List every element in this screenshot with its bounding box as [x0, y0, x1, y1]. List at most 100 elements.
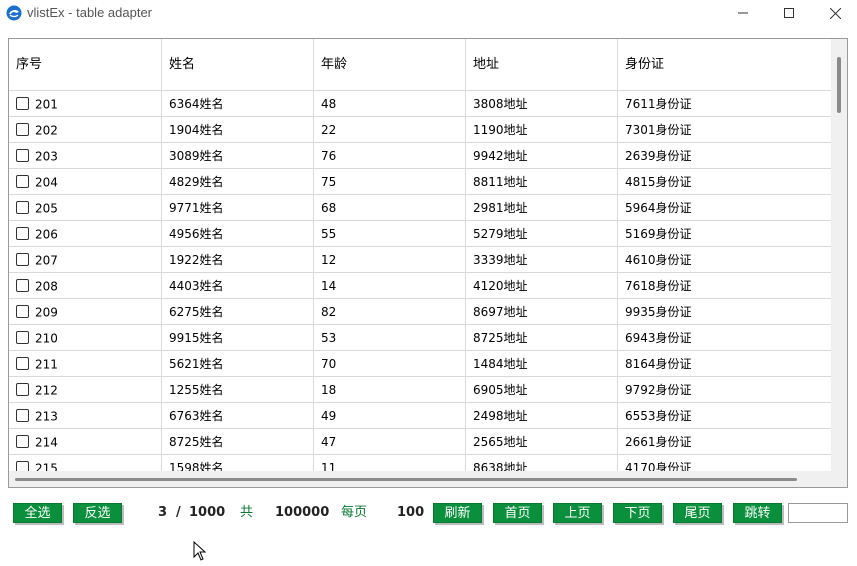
cell-name: 4829姓名 — [162, 169, 314, 195]
cell-address: 4120地址 — [466, 273, 618, 299]
cell-id: 202 — [9, 117, 162, 143]
cell-age: 49 — [314, 403, 466, 429]
cell-address: 2981地址 — [466, 195, 618, 221]
close-button[interactable] — [812, 0, 857, 26]
cell-age: 18 — [314, 377, 466, 403]
row-checkbox[interactable] — [16, 331, 29, 344]
row-checkbox[interactable] — [16, 435, 29, 448]
minimize-button[interactable] — [720, 0, 766, 26]
cell-address: 9942地址 — [466, 143, 618, 169]
table-row[interactable]: 201 6364姓名 48 3808地址 7611身份证 — [9, 91, 831, 117]
row-id: 202 — [35, 123, 58, 138]
cell-idcard: 4815身份证 — [625, 175, 692, 189]
row-id: 208 — [35, 279, 58, 294]
table-row[interactable]: 205 9771姓名 68 2981地址 5964身份证 — [9, 195, 831, 221]
prev-page-button[interactable]: 上页 — [553, 503, 602, 523]
cell-address: 8811地址 — [466, 169, 618, 195]
header-address[interactable]: 地址 — [466, 39, 618, 91]
row-checkbox[interactable] — [16, 357, 29, 370]
cell-name: 1255姓名 — [162, 377, 314, 403]
per-page-label: 每页 — [341, 505, 368, 520]
row-checkbox[interactable] — [16, 305, 29, 318]
row-checkbox[interactable] — [16, 279, 29, 292]
header-idcard[interactable]: 身份证 — [618, 39, 831, 91]
jump-button[interactable]: 跳转 — [733, 503, 782, 523]
horizontal-scrollbar[interactable] — [9, 471, 831, 487]
window-title: vlistEx - table adapter — [27, 5, 153, 20]
row-id: 205 — [35, 201, 58, 216]
table-row[interactable]: 202 1904姓名 22 1190地址 7301身份证 — [9, 117, 831, 143]
header-age[interactable]: 年龄 — [314, 39, 466, 91]
last-page-button[interactable]: 尾页 — [673, 503, 722, 523]
cell-age: 75 — [314, 169, 466, 195]
cell-id: 204 — [9, 169, 162, 195]
row-checkbox[interactable] — [16, 383, 29, 396]
jump-page-input[interactable] — [788, 503, 848, 523]
row-id: 212 — [35, 383, 58, 398]
cell-id: 207 — [9, 247, 162, 273]
table-row[interactable]: 213 6763姓名 49 2498地址 6553身份证 — [9, 403, 831, 429]
cell-age: 82 — [314, 299, 466, 325]
table-row[interactable]: 210 9915姓名 53 8725地址 6943身份证 — [9, 325, 831, 351]
row-id: 206 — [35, 227, 58, 242]
horizontal-scroll-thumb[interactable] — [15, 478, 797, 481]
table-row[interactable]: 208 4403姓名 14 4120地址 7618身份证 — [9, 273, 831, 299]
refresh-button[interactable]: 刷新 — [433, 503, 482, 523]
row-checkbox[interactable] — [16, 149, 29, 162]
cell-idcard: 5964身份证 — [625, 201, 692, 215]
cell-age: 14 — [314, 273, 466, 299]
cell-name: 1922姓名 — [162, 247, 314, 273]
header-id[interactable]: 序号 — [9, 39, 162, 91]
row-checkbox[interactable] — [16, 227, 29, 240]
row-checkbox[interactable] — [16, 253, 29, 266]
cell-name: 3089姓名 — [162, 143, 314, 169]
cell-name: 5621姓名 — [162, 351, 314, 377]
maximize-button[interactable] — [766, 0, 812, 26]
cell-age: 22 — [314, 117, 466, 143]
per-page-value: 100 — [397, 505, 425, 520]
table-row[interactable]: 209 6275姓名 82 8697地址 9935身份证 — [9, 299, 831, 325]
row-id: 207 — [35, 253, 58, 268]
table-row[interactable]: 204 4829姓名 75 8811地址 4815身份证 — [9, 169, 831, 195]
select-all-button[interactable]: 全选 — [13, 503, 62, 523]
table-row[interactable]: 214 8725姓名 47 2565地址 2661身份证 — [9, 429, 831, 455]
table-row[interactable]: 211 5621姓名 70 1484地址 8164身份证 — [9, 351, 831, 377]
cell-idcard: 4610身份证 — [625, 253, 692, 267]
table-row[interactable]: 203 3089姓名 76 9942地址 2639身份证 — [9, 143, 831, 169]
invert-selection-button[interactable]: 反选 — [73, 503, 122, 523]
table-row[interactable]: 207 1922姓名 12 3339地址 4610身份证 — [9, 247, 831, 273]
row-id: 203 — [35, 149, 58, 164]
next-page-button[interactable]: 下页 — [613, 503, 662, 523]
cell-id: 212 — [9, 377, 162, 403]
cell-name: 6763姓名 — [162, 403, 314, 429]
cell-idcard: 9935身份证 — [625, 305, 692, 319]
row-checkbox[interactable] — [16, 175, 29, 188]
mouse-cursor-icon — [193, 541, 207, 561]
cell-idcard: 6553身份证 — [625, 409, 692, 423]
row-id: 209 — [35, 305, 58, 320]
cell-id: 206 — [9, 221, 162, 247]
row-checkbox[interactable] — [16, 97, 29, 110]
cell-address: 2565地址 — [466, 429, 618, 455]
header-name[interactable]: 姓名 — [162, 39, 314, 91]
cell-address: 5279地址 — [466, 221, 618, 247]
table-row[interactable]: 212 1255姓名 18 6905地址 9792身份证 — [9, 377, 831, 403]
cell-age: 76 — [314, 143, 466, 169]
vertical-scrollbar[interactable] — [831, 39, 847, 471]
first-page-button[interactable]: 首页 — [493, 503, 542, 523]
cell-age: 47 — [314, 429, 466, 455]
vertical-scroll-thumb[interactable] — [837, 57, 841, 113]
cell-address: 8725地址 — [466, 325, 618, 351]
row-checkbox[interactable] — [16, 409, 29, 422]
table-row[interactable]: 206 4956姓名 55 5279地址 5169身份证 — [9, 221, 831, 247]
cell-address: 3808地址 — [466, 91, 618, 117]
cell-name: 1904姓名 — [162, 117, 314, 143]
row-checkbox[interactable] — [16, 201, 29, 214]
row-checkbox[interactable] — [16, 123, 29, 136]
cell-age: 70 — [314, 351, 466, 377]
cell-name: 4403姓名 — [162, 273, 314, 299]
cell-name: 6275姓名 — [162, 299, 314, 325]
cell-idcard: 2639身份证 — [625, 149, 692, 163]
cell-name: 8725姓名 — [162, 429, 314, 455]
cell-id: 213 — [9, 403, 162, 429]
